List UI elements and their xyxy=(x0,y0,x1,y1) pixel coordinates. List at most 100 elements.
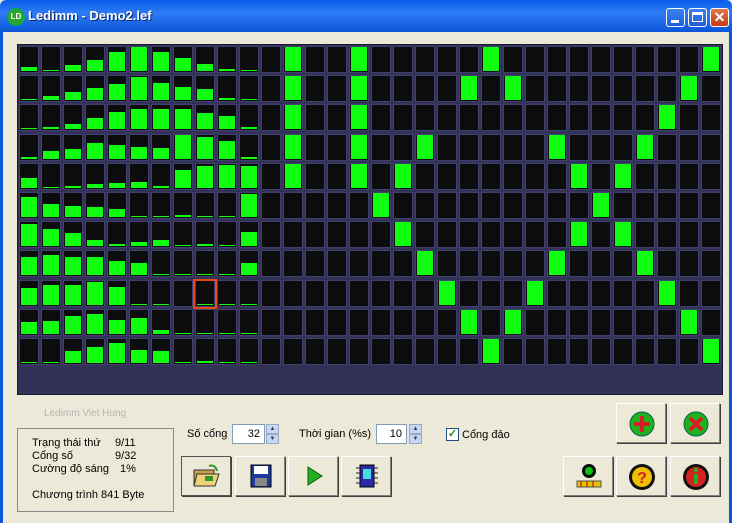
led-cell[interactable] xyxy=(239,308,259,336)
led-cell[interactable] xyxy=(349,192,369,219)
led-cell[interactable] xyxy=(239,162,259,190)
led-cell[interactable] xyxy=(393,104,413,132)
led-cell[interactable] xyxy=(283,104,303,132)
led-cell[interactable] xyxy=(327,46,347,73)
led-cell[interactable] xyxy=(679,46,699,73)
led-cell[interactable] xyxy=(701,133,721,161)
led-cell[interactable] xyxy=(415,308,435,336)
led-cell[interactable] xyxy=(679,279,699,307)
led-cell[interactable] xyxy=(41,133,61,161)
spin-up-icon[interactable]: ▲ xyxy=(409,424,422,434)
led-cell[interactable] xyxy=(217,162,237,190)
led-cell[interactable] xyxy=(437,46,457,73)
minimize-button[interactable] xyxy=(666,8,685,27)
led-cell[interactable] xyxy=(129,162,149,190)
led-cell[interactable] xyxy=(261,279,281,307)
led-cell[interactable] xyxy=(481,308,501,336)
spin-down-icon[interactable]: ▼ xyxy=(266,434,279,444)
led-cell[interactable] xyxy=(41,46,61,73)
led-cell[interactable] xyxy=(371,250,391,278)
led-cell[interactable] xyxy=(217,308,237,336)
led-cell[interactable] xyxy=(657,104,677,132)
led-cell[interactable] xyxy=(481,279,501,307)
led-cell[interactable] xyxy=(195,133,215,161)
led-cell[interactable] xyxy=(503,162,523,190)
led-cell[interactable] xyxy=(635,250,655,278)
led-cell[interactable] xyxy=(547,133,567,161)
led-cell[interactable] xyxy=(415,162,435,190)
led-cell[interactable] xyxy=(371,46,391,73)
led-cell[interactable] xyxy=(327,308,347,336)
led-cell[interactable] xyxy=(657,221,677,249)
led-cell[interactable] xyxy=(151,250,171,278)
led-cell[interactable] xyxy=(305,46,325,73)
led-cell[interactable] xyxy=(19,192,39,219)
led-cell[interactable] xyxy=(481,162,501,190)
led-cell[interactable] xyxy=(459,104,479,132)
led-cell[interactable] xyxy=(151,162,171,190)
led-cell[interactable] xyxy=(151,46,171,73)
led-cell[interactable] xyxy=(569,279,589,307)
chip-button[interactable] xyxy=(341,456,391,496)
led-cell[interactable] xyxy=(415,221,435,249)
led-cell[interactable] xyxy=(19,46,39,73)
invert-checkbox[interactable]: ✓ xyxy=(446,428,459,441)
led-cell[interactable] xyxy=(657,75,677,103)
led-cell[interactable] xyxy=(525,192,545,219)
led-cell[interactable] xyxy=(283,221,303,249)
led-cell[interactable] xyxy=(701,221,721,249)
led-cell[interactable] xyxy=(107,308,127,336)
led-cell[interactable] xyxy=(481,221,501,249)
led-cell[interactable] xyxy=(217,279,237,307)
led-cell[interactable] xyxy=(129,338,149,365)
led-cell[interactable] xyxy=(349,279,369,307)
led-cell[interactable] xyxy=(437,221,457,249)
time-input[interactable]: 10 xyxy=(376,424,407,444)
led-cell[interactable] xyxy=(525,308,545,336)
led-cell[interactable] xyxy=(569,162,589,190)
led-cell[interactable] xyxy=(305,133,325,161)
led-cell[interactable] xyxy=(547,75,567,103)
led-cell[interactable] xyxy=(701,162,721,190)
led-matrix[interactable] xyxy=(17,44,723,395)
led-cell[interactable] xyxy=(569,221,589,249)
led-cell[interactable] xyxy=(195,338,215,365)
led-cell[interactable] xyxy=(85,221,105,249)
led-cell[interactable] xyxy=(503,250,523,278)
led-cell[interactable] xyxy=(679,75,699,103)
led-cell[interactable] xyxy=(503,279,523,307)
led-cell[interactable] xyxy=(239,104,259,132)
led-cell[interactable] xyxy=(41,279,61,307)
led-cell[interactable] xyxy=(415,338,435,365)
led-cell[interactable] xyxy=(701,279,721,307)
led-cell[interactable] xyxy=(327,279,347,307)
led-cell[interactable] xyxy=(305,162,325,190)
led-cell[interactable] xyxy=(239,279,259,307)
led-cell[interactable] xyxy=(635,46,655,73)
led-cell[interactable] xyxy=(261,162,281,190)
led-cell[interactable] xyxy=(525,104,545,132)
led-cell[interactable] xyxy=(679,104,699,132)
led-cell[interactable] xyxy=(349,46,369,73)
led-cell[interactable] xyxy=(525,133,545,161)
led-cell[interactable] xyxy=(19,75,39,103)
led-cell[interactable] xyxy=(283,133,303,161)
led-cell[interactable] xyxy=(635,104,655,132)
led-cell[interactable] xyxy=(437,133,457,161)
led-cell[interactable] xyxy=(701,46,721,73)
led-cell[interactable] xyxy=(151,338,171,365)
led-cell[interactable] xyxy=(41,192,61,219)
led-cell[interactable] xyxy=(525,162,545,190)
led-cell[interactable] xyxy=(239,75,259,103)
led-cell[interactable] xyxy=(525,250,545,278)
led-cell[interactable] xyxy=(569,192,589,219)
led-cell[interactable] xyxy=(481,104,501,132)
led-cell[interactable] xyxy=(151,279,171,307)
led-cell[interactable] xyxy=(107,338,127,365)
led-cell[interactable] xyxy=(393,75,413,103)
led-cell[interactable] xyxy=(261,338,281,365)
led-cell[interactable] xyxy=(393,133,413,161)
led-cell[interactable] xyxy=(371,104,391,132)
led-cell[interactable] xyxy=(217,192,237,219)
led-cell[interactable] xyxy=(393,162,413,190)
